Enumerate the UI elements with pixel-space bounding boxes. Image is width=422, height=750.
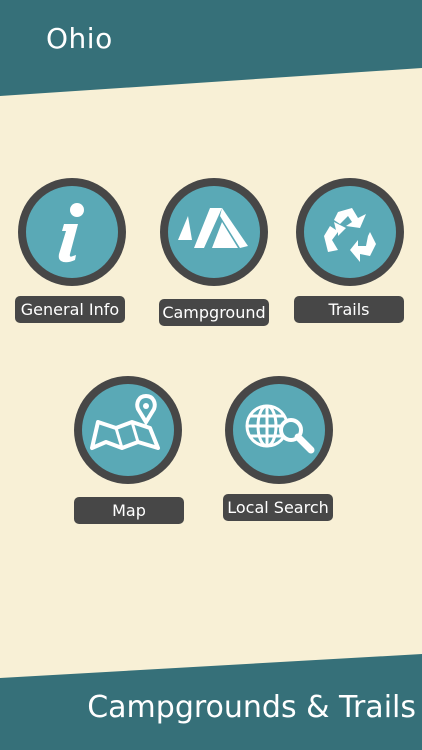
campground-tile[interactable]: Campground [157,176,272,328]
globe-search-icon [223,374,335,486]
trails-label: Trails [294,296,404,323]
map-tile[interactable]: Map [72,374,187,526]
general-info-tile[interactable]: General Info [15,176,130,326]
recycle-icon [294,176,406,288]
tent-icon [158,176,270,288]
trails-tile[interactable]: Trails [293,176,408,326]
map-label: Map [74,497,184,524]
app-title: Ohio [46,22,113,55]
footer-title: Campgrounds & Trails [87,690,416,725]
map-pin-icon [72,374,184,486]
local-search-tile[interactable]: Local Search [222,374,337,524]
info-icon [16,176,128,288]
local-search-label: Local Search [223,494,333,521]
campground-label: Campground [159,299,269,326]
general-info-label: General Info [15,296,125,323]
